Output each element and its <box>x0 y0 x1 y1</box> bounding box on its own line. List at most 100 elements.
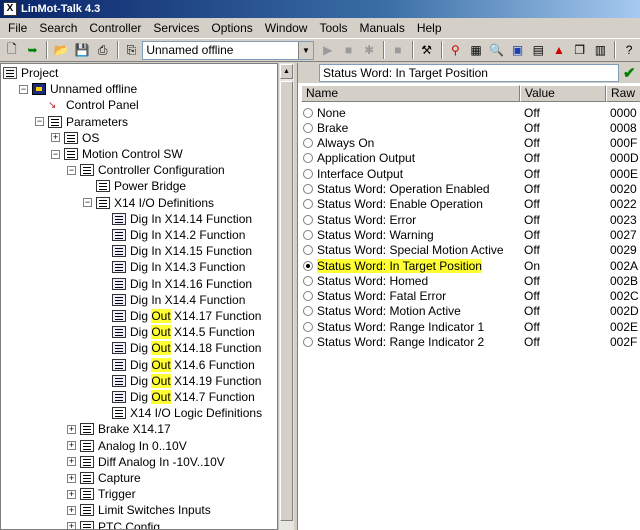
save-icon[interactable]: 💾 <box>72 40 92 60</box>
current-value-field[interactable]: Status Word: In Target Position <box>319 64 619 82</box>
collapse-icon[interactable]: − <box>67 165 76 175</box>
tree-item[interactable]: Power Bridge <box>83 178 186 194</box>
radio-button[interactable] <box>303 153 313 164</box>
radio-button[interactable] <box>303 199 313 210</box>
tree-item[interactable]: Dig Out X14.17 Function <box>99 308 261 324</box>
radio-button[interactable] <box>303 229 313 240</box>
menu-help[interactable]: Help <box>411 18 448 38</box>
menu-search[interactable]: Search <box>33 18 83 38</box>
new-icon[interactable]: 🗋 <box>2 40 22 60</box>
tree-item[interactable]: − Parameters <box>35 114 128 130</box>
menu-tools[interactable]: Tools <box>313 18 353 38</box>
tree-item[interactable]: Dig In X14.2 Function <box>99 227 245 243</box>
list-item[interactable]: Status Word: Enable Operation Off 0022 <box>301 197 640 212</box>
drive-select[interactable]: Unnamed offline ▼ <box>142 40 314 60</box>
tree-item[interactable]: X14 I/O Logic Definitions <box>99 405 262 421</box>
project-tree[interactable]: Project − Unnamed offline ↘ Control Panel − Pa… <box>0 63 278 530</box>
list-item[interactable]: Status Word: Warning Off 0027 <box>301 227 640 242</box>
grid-icon[interactable]: ▣ <box>508 40 528 60</box>
collapse-icon[interactable]: − <box>19 84 28 94</box>
play-icon[interactable]: ▶ <box>318 40 338 60</box>
collapse-icon[interactable]: − <box>35 117 44 127</box>
tree-item[interactable]: Dig Out X14.5 Function <box>99 324 255 340</box>
menu-controller[interactable]: Controller <box>83 18 147 38</box>
tree-item[interactable]: Dig Out X14.19 Function <box>99 373 261 389</box>
list-item[interactable]: Status Word: Fatal Error Off 002C <box>301 289 640 304</box>
expand-icon[interactable]: + <box>67 473 76 483</box>
radio-button[interactable] <box>303 168 313 179</box>
chart-icon[interactable]: ▦ <box>466 40 486 60</box>
wizard-wand-icon[interactable]: ⚒ <box>417 40 437 60</box>
radio-button[interactable] <box>303 184 313 194</box>
copy-icon[interactable]: ❐ <box>570 40 590 60</box>
tree-item[interactable]: Dig In X14.3 Function <box>99 259 245 275</box>
tree-item[interactable]: + Trigger <box>67 486 136 502</box>
scroll-up-icon[interactable]: ▲ <box>280 64 293 79</box>
list-item[interactable]: None Off 0000 <box>301 105 640 120</box>
tree-item[interactable]: − Unnamed offline <box>19 81 137 97</box>
expand-icon[interactable]: + <box>67 489 76 499</box>
tree-item[interactable]: + Capture <box>67 470 141 486</box>
list-item[interactable]: Always On Off 000F <box>301 136 640 151</box>
menu-file[interactable]: File <box>2 18 33 38</box>
list-item[interactable]: Status Word: Motion Active Off 002D <box>301 304 640 319</box>
document-icon[interactable]: ▥ <box>591 40 611 60</box>
radio-button[interactable] <box>303 275 313 286</box>
tree-item[interactable]: + Brake X14.17 <box>67 421 171 437</box>
list-icon[interactable]: ▤ <box>528 40 548 60</box>
expand-icon[interactable]: + <box>67 441 76 451</box>
expand-icon[interactable]: + <box>67 522 76 529</box>
search-icon[interactable]: 🔍 <box>487 40 507 60</box>
column-header-value[interactable]: Value <box>520 85 606 102</box>
expand-icon[interactable]: + <box>67 505 76 515</box>
scroll-thumb[interactable] <box>280 81 293 521</box>
login-arrow-icon[interactable]: ➥ <box>23 40 43 60</box>
burst-icon[interactable]: ✱ <box>359 40 379 60</box>
tree-item[interactable]: − Controller Configuration <box>67 162 225 178</box>
tree-item[interactable]: + Analog In 0..10V <box>67 438 187 454</box>
tree-item[interactable]: − X14 I/O Definitions <box>83 195 214 211</box>
tree-item[interactable]: + OS <box>51 130 99 146</box>
warning-icon[interactable]: ▲ <box>549 40 569 60</box>
radio-button[interactable] <box>303 107 313 118</box>
menu-window[interactable]: Window <box>259 18 314 38</box>
collapse-icon[interactable]: − <box>83 198 92 208</box>
checkmark-icon[interactable]: ✔ <box>623 64 636 82</box>
list-item[interactable]: Status Word: Range Indicator 1 Off 002E <box>301 319 640 334</box>
print-icon[interactable]: ⎙ <box>93 40 113 60</box>
list-item[interactable]: Status Word: Range Indicator 2 Off 002F <box>301 335 640 350</box>
radio-button[interactable] <box>303 260 313 271</box>
list-item[interactable]: Status Word: Special Motion Active Off 002… <box>301 243 640 258</box>
list-item[interactable]: Status Word: Error Off 0023 <box>301 212 640 227</box>
menu-options[interactable]: Options <box>205 18 258 38</box>
tree-item[interactable]: Dig Out X14.7 Function <box>99 389 255 405</box>
column-header-raw[interactable]: Raw <box>606 85 640 102</box>
radio-button[interactable] <box>303 214 313 225</box>
column-header-name[interactable]: Name <box>301 85 520 102</box>
radio-button[interactable] <box>303 306 313 317</box>
list-item[interactable]: Brake Off 0008 <box>301 120 640 135</box>
tree-item[interactable]: + Diff Analog In -10V..10V <box>67 454 225 470</box>
radio-button[interactable] <box>303 245 313 256</box>
tree-item[interactable]: Dig Out X14.6 Function <box>99 357 255 373</box>
radio-button[interactable] <box>303 138 313 149</box>
list-item[interactable]: Status Word: Homed Off 002B <box>301 273 640 288</box>
tree-item[interactable]: Dig In X14.16 Function <box>99 276 252 292</box>
tree-item[interactable]: + Limit Switches Inputs <box>67 502 211 518</box>
list-item[interactable]: Interface Output Off 000E <box>301 166 640 181</box>
network-icon[interactable]: ⎘ <box>122 40 142 60</box>
tree-scrollbar[interactable]: ▲ <box>278 63 294 530</box>
tree-item[interactable]: Project <box>3 65 58 81</box>
help-icon[interactable]: ? <box>619 40 639 60</box>
expand-icon[interactable]: + <box>51 133 60 143</box>
radio-button[interactable] <box>303 122 313 133</box>
list-item[interactable]: Status Word: In Target Position On 002A <box>301 258 640 273</box>
chevron-down-icon[interactable]: ▼ <box>297 41 313 59</box>
expand-icon[interactable]: + <box>67 424 76 434</box>
collapse-icon[interactable]: − <box>51 149 60 159</box>
list-item[interactable]: Status Word: Operation Enabled Off 0020 <box>301 182 640 197</box>
list-item[interactable]: Application Output Off 000D <box>301 151 640 166</box>
disabled-square-icon[interactable]: ■ <box>388 40 408 60</box>
radio-button[interactable] <box>303 291 313 302</box>
radio-button[interactable] <box>303 321 313 332</box>
